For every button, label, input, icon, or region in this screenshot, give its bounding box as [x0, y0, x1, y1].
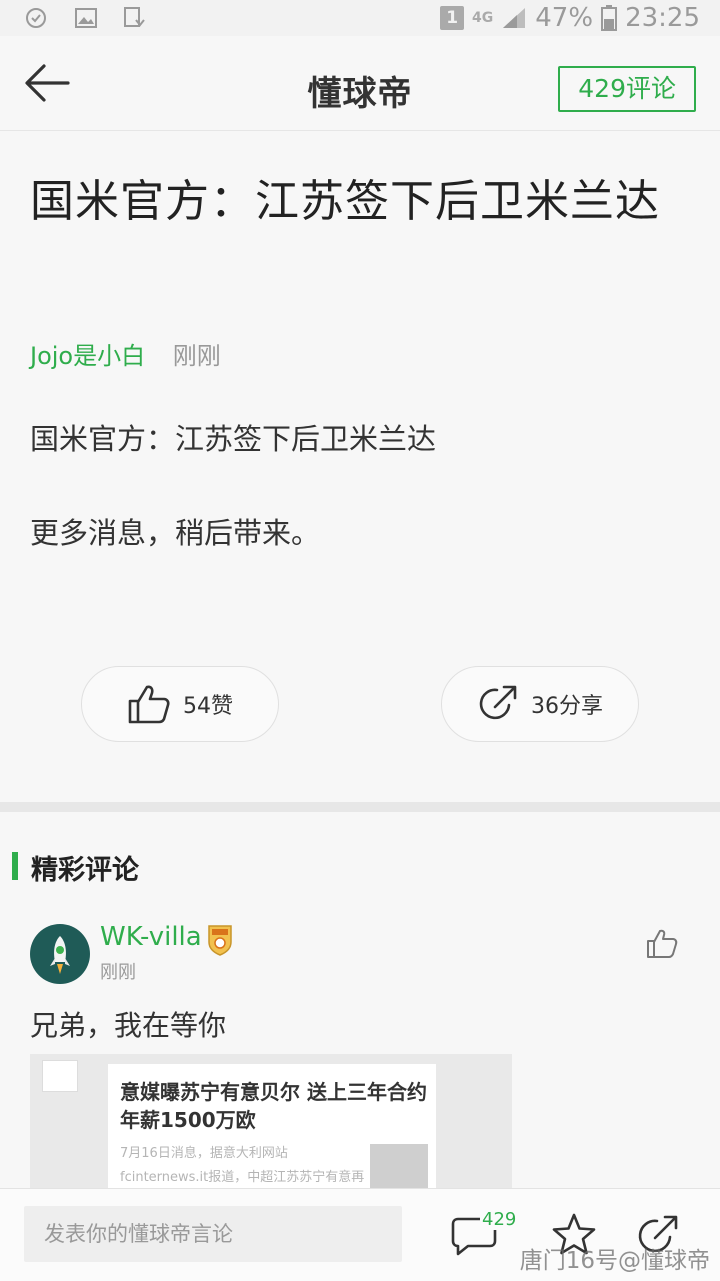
comments-count-button[interactable]: 429评论: [558, 66, 696, 112]
article-paragraph: 国米官方：江苏签下后卫米兰达: [30, 422, 437, 456]
section-accent-bar: [12, 852, 18, 880]
author-link[interactable]: Jojo是小白: [30, 342, 145, 370]
status-right: 1 4G 47% 23:25: [440, 0, 700, 36]
comment-input[interactable]: [24, 1206, 402, 1262]
download-icon: [124, 7, 145, 27]
like-button[interactable]: 54赞: [81, 666, 279, 742]
post-time: 刚刚: [172, 342, 221, 370]
watermark: 唐门16号@懂球帝: [519, 1248, 710, 1274]
image-news-card: 意媒曝苏宁有意贝尔 送上三年合约年薪1500万欧 7月16日消息，据意大利网站f…: [108, 1064, 436, 1194]
rocket-avatar-icon: [50, 936, 70, 974]
image-photo-thumbnail: [370, 1144, 428, 1194]
avatar[interactable]: [30, 924, 90, 984]
image-snippet: 7月16日消息，据意大利网站fcinternews.it报道，中超江苏苏宁有意再…: [120, 1146, 365, 1185]
comment-count-badge: 429: [480, 1209, 519, 1230]
battery-percent: 47%: [535, 3, 594, 33]
status-bar: 1 4G 47% 23:25: [0, 0, 720, 36]
bottom-bar: 429 唐门16号@懂球帝: [0, 1188, 720, 1281]
share-button[interactable]: 36分享: [441, 666, 639, 742]
battery-icon: [601, 5, 618, 31]
hot-comments-section: 精彩评论 WK-villa 刚刚 兄弟，我在等你 意媒曝苏宁有意贝尔 送上三年合…: [0, 812, 720, 1194]
sim-indicator: 1: [440, 6, 465, 30]
comment-text: 兄弟，我在等你: [30, 1009, 227, 1042]
thumbs-up-icon: [128, 685, 170, 724]
image-icon: [75, 8, 97, 28]
article-paragraph: 更多消息，稍后带来。: [30, 516, 321, 550]
sync-icon: [26, 8, 46, 28]
signal-icon: [503, 8, 526, 28]
share-count: 36分享: [531, 694, 603, 719]
comment-like-icon[interactable]: [646, 928, 678, 960]
like-count: 54赞: [183, 694, 233, 719]
image-avatar-thumbnail: [42, 1060, 78, 1092]
section-title: 精彩评论: [31, 855, 139, 886]
byline: Jojo是小白 刚刚: [30, 336, 221, 371]
app-header: 懂球帝 429评论: [0, 36, 720, 131]
clock: 23:25: [625, 3, 700, 33]
network-type: 4G: [472, 10, 494, 26]
article-title: 国米官方：江苏签下后卫米兰达: [30, 176, 660, 227]
comment-username[interactable]: WK-villa: [100, 922, 202, 952]
share-icon: [479, 685, 517, 720]
section-divider: [0, 802, 720, 812]
comment-time: 刚刚: [100, 962, 136, 983]
comment-image[interactable]: 意媒曝苏宁有意贝尔 送上三年合约年薪1500万欧 7月16日消息，据意大利网站f…: [30, 1054, 512, 1194]
image-headline: 意媒曝苏宁有意贝尔 送上三年合约年薪1500万欧: [120, 1080, 427, 1132]
team-badge-icon: [208, 925, 232, 956]
